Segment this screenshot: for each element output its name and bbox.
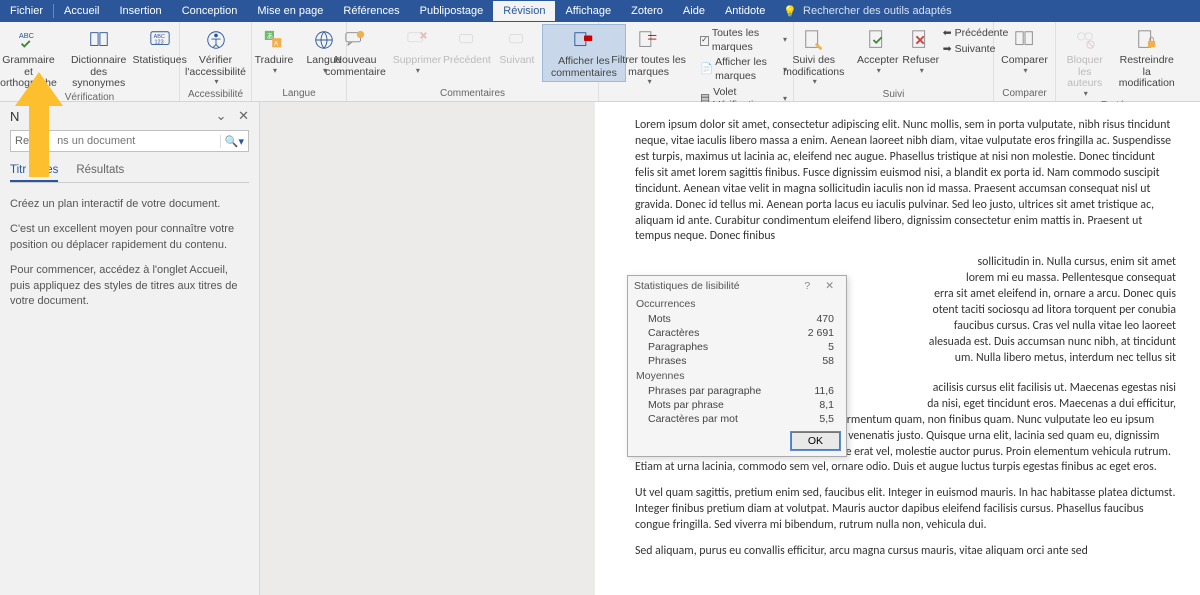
dialog-ok-button[interactable]: OK [791,432,840,450]
restreindre-button[interactable]: Restreindre la modification [1112,24,1183,92]
stat-cpm: Caractères par mot5,5 [628,412,846,426]
svg-text:ABC: ABC [19,31,35,40]
tab-revision[interactable]: Révision [493,1,555,21]
search-icon[interactable]: 🔍▾ [220,135,244,148]
svg-text:A: A [274,41,279,48]
book-icon [86,27,112,53]
precedent-button: Précédent [442,24,492,69]
nav-tab-titres[interactable]: Titres [10,160,58,182]
navigation-pane: N ⌄ ✕ Re 🔍▾ Titres Résultats Créez un pl… [0,102,260,595]
tell-me-search[interactable]: 💡 Rechercher des outils adaptés [775,5,951,18]
tab-affichage[interactable]: Affichage [555,1,621,21]
bloquer-auteurs-button: Bloquer les auteurs▾ [1058,24,1112,100]
tab-antidote[interactable]: Antidote [715,1,775,21]
search-input[interactable] [57,135,220,147]
nav-help-text: Créez un plan interactif de votre docume… [10,197,249,309]
group-commentaires: Commentaires [440,88,505,101]
accepter-button[interactable]: Accepter▾ [853,24,903,77]
track-changes-icon [801,27,827,53]
accessibilite-button[interactable]: Vérifier l'accessibilité▾ [181,24,250,89]
prev-comment-icon [454,27,480,53]
tab-mise-en-page[interactable]: Mise en page [247,1,333,21]
ribbon-tabs: Fichier Accueil Insertion Conception Mis… [0,0,1200,22]
dialog-close-icon[interactable]: ✕ [819,280,840,292]
search-prefix: Re [15,135,29,147]
show-comments-icon [571,28,597,54]
comparer-button[interactable]: Comparer▾ [997,24,1052,77]
stat-ppp: Phrases par paragraphe11,6 [628,384,846,398]
filtrer-marques-button[interactable]: Filtrer toutes les marques▾ [601,24,696,89]
group-accessibilite: Accessibilité [188,89,243,102]
readability-dialog: Statistiques de lisibilité ? ✕ Occurrenc… [627,275,847,457]
refuser-button[interactable]: Refuser▾ [903,24,939,77]
group-suivi: Suivi [883,89,905,102]
next-comment-icon [504,27,530,53]
nav-title: N [10,109,19,124]
abc-check-icon: ABC [15,27,41,53]
traduire-button[interactable]: あA Traduire▾ [249,24,299,77]
nav-search[interactable]: Re 🔍▾ [10,130,249,152]
stats-icon: ABC123 [147,27,173,53]
dialog-help-icon[interactable]: ? [798,280,816,292]
tab-publipostage[interactable]: Publipostage [410,1,494,21]
suivant-button: Suivant [492,24,542,69]
stat-phrases: Phrases58 [628,354,846,368]
stat-paragraphes: Paragraphes5 [628,340,846,354]
delete-comment-icon [404,27,430,53]
tab-insertion[interactable]: Insertion [109,1,171,21]
nav-dropdown-icon[interactable]: ⌄ [208,108,235,123]
svg-text:123: 123 [154,40,163,46]
group-langue: Langue [282,88,315,101]
stat-caracteres: Caractères2 691 [628,326,846,340]
nouveau-commentaire-button[interactable]: Nouveau commentaire [319,24,392,80]
ribbon: ABC Grammaire et orthographe Dictionnair… [0,22,1200,102]
nav-tab-resultats[interactable]: Résultats [76,160,124,182]
nav-close-icon[interactable]: ✕ [238,108,249,123]
moyennes-header: Moyennes [628,368,846,384]
grammaire-button[interactable]: ABC Grammaire et orthographe [0,24,63,92]
stat-mpp: Mots par phrase8,1 [628,398,846,412]
suivi-modifications-button[interactable]: Suivi des modifications▾ [775,24,853,89]
translate-icon: あA [261,27,287,53]
new-comment-icon [342,27,368,53]
reject-icon [908,27,934,53]
ruler-gutter [260,102,595,595]
supprimer-button: Supprimer▾ [392,24,442,77]
tab-zotero[interactable]: Zotero [621,1,673,21]
tab-aide[interactable]: Aide [673,1,715,21]
bulb-icon: 💡 [783,5,797,18]
restrict-icon [1134,27,1160,53]
compare-icon [1012,27,1038,53]
occurrences-header: Occurrences [628,296,846,312]
filter-icon [636,27,662,53]
svg-text:あ: あ [267,32,273,40]
accept-icon [865,27,891,53]
dictionnaire-button[interactable]: Dictionnaire des synonymes [63,24,135,92]
stat-mots: Mots470 [628,312,846,326]
block-authors-icon [1072,27,1098,53]
tab-conception[interactable]: Conception [172,1,248,21]
tab-accueil[interactable]: Accueil [54,1,109,21]
accessibility-icon [203,27,229,53]
group-comparer: Comparer [1002,88,1046,101]
dialog-title: Statistiques de lisibilité [634,280,740,292]
tab-references[interactable]: Références [333,1,409,21]
statistiques-button[interactable]: ABC123 Statistiques [135,24,185,69]
tell-me-label: Rechercher des outils adaptés [803,5,952,17]
tab-fichier[interactable]: Fichier [0,1,53,21]
